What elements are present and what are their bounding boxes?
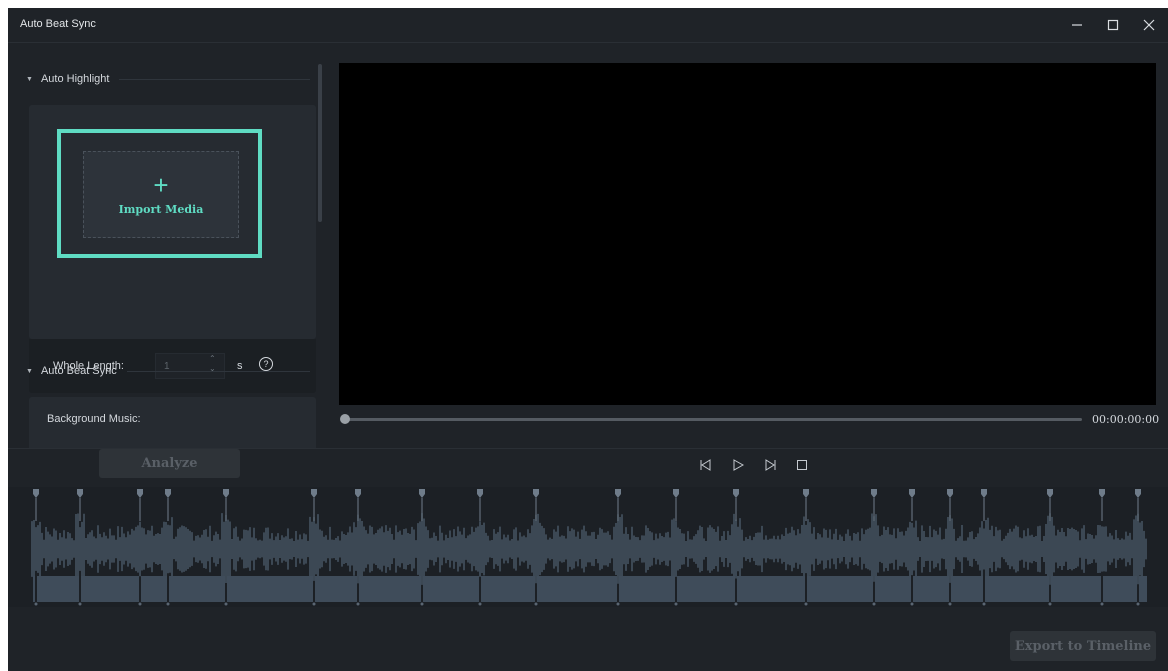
plus-icon: + xyxy=(153,170,169,200)
clip-segment[interactable] xyxy=(619,576,675,602)
maximize-icon[interactable] xyxy=(1100,12,1126,38)
auto-beat-sync-header[interactable]: ▼ Auto Beat Sync xyxy=(16,361,316,381)
clip-segment[interactable] xyxy=(1103,576,1137,602)
export-to-timeline-button[interactable]: Export to Timeline xyxy=(1010,631,1156,661)
clip-segment[interactable] xyxy=(1139,576,1147,602)
collapse-arrow-icon: ▼ xyxy=(26,75,33,83)
background-music-card: Background Music: xyxy=(29,397,316,448)
clip-segment[interactable] xyxy=(37,576,79,602)
clip-segment[interactable] xyxy=(913,576,949,602)
title-divider xyxy=(8,42,1168,43)
playback-controls xyxy=(697,456,811,474)
title-bar: Auto Beat Sync xyxy=(8,8,1168,42)
clip-segment[interactable] xyxy=(423,576,479,602)
clip-segment[interactable] xyxy=(141,576,167,602)
section-divider xyxy=(126,370,310,372)
auto-beat-sync-window: Auto Beat Sync ▼ Auto Highlight Whole Le… xyxy=(8,8,1168,671)
timeline-svg xyxy=(31,489,1147,606)
play-icon[interactable] xyxy=(729,456,747,474)
clip-segment[interactable] xyxy=(807,576,873,602)
clip-segment[interactable] xyxy=(359,576,421,602)
analyze-button[interactable]: Analyze xyxy=(99,449,240,478)
waveform xyxy=(31,513,1147,585)
clip-segment[interactable] xyxy=(537,576,617,602)
clip-segment[interactable] xyxy=(481,576,535,602)
section-divider xyxy=(119,78,310,80)
clip-segment[interactable] xyxy=(677,576,735,602)
beat-timeline[interactable] xyxy=(8,487,1168,607)
clip-segment[interactable] xyxy=(1051,576,1101,602)
progress-bar[interactable] xyxy=(345,418,1082,421)
auto-beat-sync-title: Auto Beat Sync xyxy=(40,365,117,377)
stop-icon[interactable] xyxy=(793,456,811,474)
auto-highlight-header[interactable]: ▼ Auto Highlight xyxy=(16,69,316,89)
clip-segment[interactable] xyxy=(227,576,313,602)
prev-frame-icon[interactable] xyxy=(697,456,715,474)
close-icon[interactable] xyxy=(1136,12,1162,38)
clip-segment[interactable] xyxy=(985,576,1049,602)
import-media-button[interactable]: + Import Media xyxy=(83,151,239,238)
auto-highlight-title: Auto Highlight xyxy=(40,73,110,85)
collapse-arrow-icon: ▼ xyxy=(26,367,33,375)
import-media-label: Import Media xyxy=(118,203,204,216)
clip-segment[interactable] xyxy=(81,576,139,602)
time-readout: 00:00:00:00 xyxy=(1092,413,1160,426)
progress-handle[interactable] xyxy=(340,414,350,424)
panel-scrollbar[interactable] xyxy=(318,64,322,222)
next-frame-icon[interactable] xyxy=(761,456,779,474)
background-music-label: Background Music: xyxy=(47,413,141,425)
clip-segment[interactable] xyxy=(951,576,983,602)
minimize-icon[interactable] xyxy=(1064,12,1090,38)
clip-segment[interactable] xyxy=(315,576,357,602)
video-preview xyxy=(339,63,1156,405)
clip-segment[interactable] xyxy=(33,576,35,602)
window-title: Auto Beat Sync xyxy=(20,18,96,30)
clip-segment[interactable] xyxy=(875,576,911,602)
clip-segment[interactable] xyxy=(169,576,225,602)
clip-segment[interactable] xyxy=(737,576,805,602)
